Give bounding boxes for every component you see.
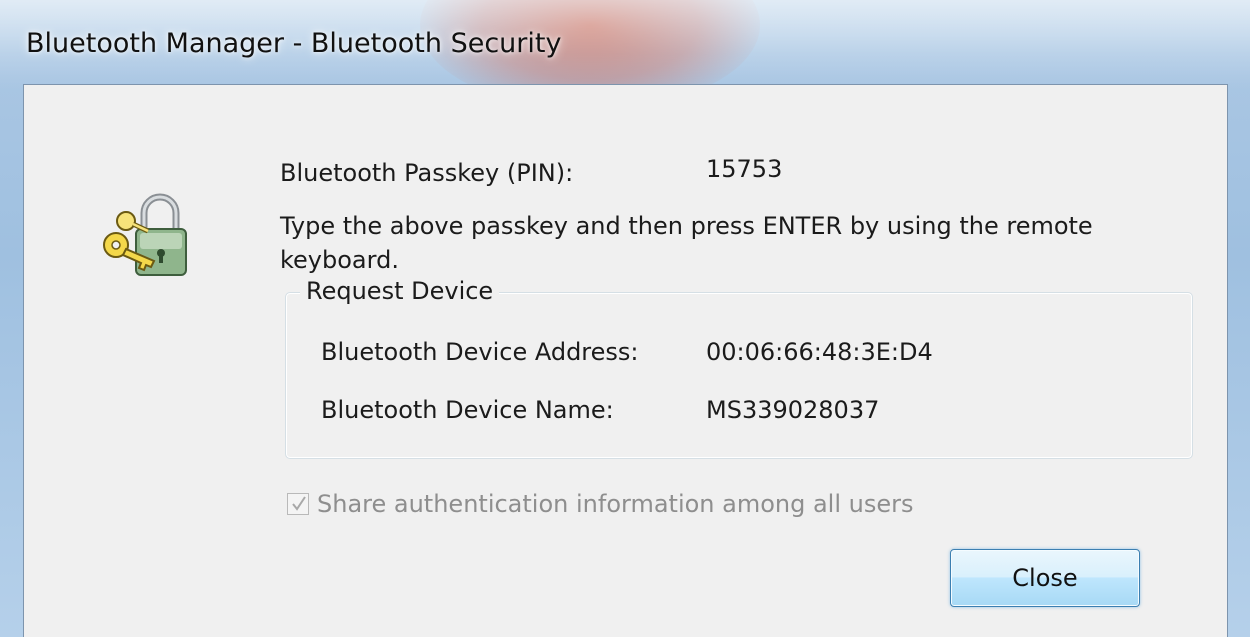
padlock-with-key-icon — [96, 191, 198, 283]
instruction-text: Type the above passkey and then press EN… — [280, 212, 1093, 274]
passkey-label: Bluetooth Passkey (PIN): — [280, 159, 574, 187]
passkey-value: 15753 — [706, 155, 783, 183]
device-address-value: 00:06:66:48:3E:D4 — [706, 338, 933, 366]
checkmark-icon — [292, 496, 306, 511]
share-auth-checkbox[interactable] — [287, 493, 309, 515]
close-button[interactable]: Close — [950, 549, 1140, 607]
window-title: Bluetooth Manager - Bluetooth Security — [26, 28, 562, 59]
share-auth-checkbox-row: Share authentication information among a… — [287, 489, 914, 519]
share-auth-checkbox-label: Share authentication information among a… — [317, 490, 914, 518]
device-name-value: MS339028037 — [706, 396, 880, 424]
request-device-group: Request Device Bluetooth Device Address:… — [285, 275, 1193, 459]
dialog-client-area: Bluetooth Passkey (PIN): 15753 Type the … — [23, 84, 1228, 637]
request-device-legend: Request Device — [300, 275, 500, 307]
dialog-window: Bluetooth Manager - Bluetooth Security B… — [0, 0, 1250, 637]
device-address-label: Bluetooth Device Address: — [321, 338, 639, 366]
device-name-label: Bluetooth Device Name: — [321, 396, 614, 424]
